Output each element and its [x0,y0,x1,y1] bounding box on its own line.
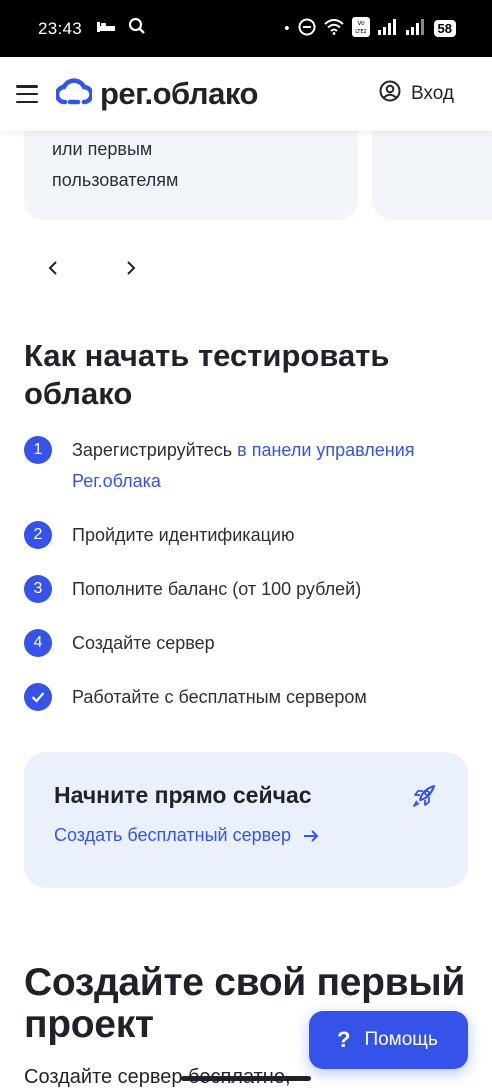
step-item: 2 Пройдите идентификацию [24,521,468,551]
step-text: Работайте с бесплатным сервером [72,687,367,707]
dot-icon: • [284,20,290,37]
chevron-left-icon [48,261,57,275]
card-text-line: пользователям [52,170,179,190]
card-text-line: или первым [52,139,153,159]
step-item: Работайте с бесплатным сервером [24,683,468,713]
arrow-right-icon [303,829,319,842]
step-text: Пройдите идентификацию [72,525,295,545]
signal-1-icon [377,18,398,39]
create-server-link[interactable]: Создать бесплатный сервер [54,825,438,846]
step-text: Зарегистрируйтесь в панели управления Ре… [72,440,415,491]
sleep-mode-icon [96,19,116,39]
create-server-label: Создать бесплатный сервер [54,825,291,845]
cta-title: Начните прямо сейчас [54,782,312,808]
cloud-logo-icon [54,77,94,111]
step-text: Создайте сервер [72,633,215,653]
login-button[interactable]: Вход [379,80,476,108]
section-title: Как начать тестировать облако [24,338,390,411]
site-header: рег.облако Вход [0,57,492,131]
steps-list: 1 Зарегистрируйтесь в панели управления … [24,436,468,713]
step-number: 4 [24,629,52,657]
wifi-icon [323,18,344,39]
question-icon: ? [337,1027,351,1052]
step-number: 1 [24,436,52,464]
carousel-prev-button[interactable] [40,254,66,282]
logo-text: рег.облако [100,76,258,111]
carousel-next-button[interactable] [118,254,144,282]
login-label: Вход [411,83,454,104]
svg-text:LTE2: LTE2 [355,29,367,35]
battery-indicator: 58 [433,20,456,37]
step-text: Пополните баланс (от 100 рублей) [72,579,362,599]
dnd-icon [298,18,316,40]
status-bar: 23:43 • Vo LTE2 58 [0,0,492,57]
carousel-controls [40,254,144,282]
cta-card: Начните прямо сейчас Создать бесплатный … [24,752,468,888]
step-number: 3 [24,575,52,603]
menu-icon[interactable] [16,85,38,103]
step-item: 1 Зарегистрируйтесь в панели управления … [24,436,468,497]
check-icon [24,683,52,711]
rocket-icon [410,782,438,815]
help-label: Помощь [364,1029,438,1050]
step-number: 2 [24,521,52,549]
search-status-icon [128,17,146,40]
step-item: 3 Пополните баланс (от 100 рублей) [24,575,468,605]
home-indicator[interactable] [181,1076,311,1081]
signal-2-icon [405,18,426,39]
volte-icon: Vo LTE2 [351,16,370,41]
chevron-right-icon [127,261,136,275]
svg-text:Vo: Vo [357,20,365,27]
logo[interactable]: рег.облако [54,76,258,112]
status-time: 23:43 [38,18,83,38]
help-button[interactable]: ? Помощь [309,1011,468,1069]
step-item: 4 Создайте сервер [24,629,468,659]
user-circle-icon [379,80,401,108]
